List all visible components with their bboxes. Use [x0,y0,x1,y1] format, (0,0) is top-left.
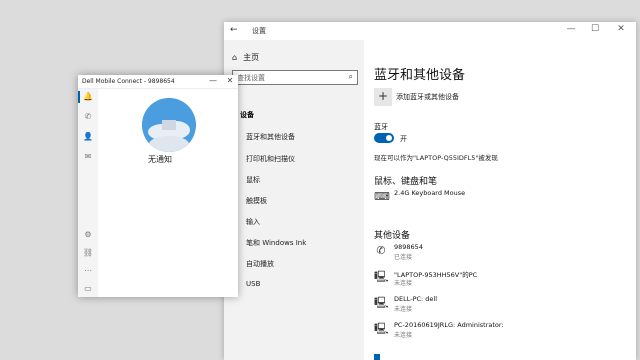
sidebar-item-autoplay[interactable]: 自动播放 [246,259,274,269]
device-status: 未连接 [394,306,413,313]
no-notifications-text: 无通知 [148,155,172,164]
add-device-button[interactable]: + [374,88,392,106]
dell-close-button[interactable]: ✕ [225,76,235,85]
minimize-button[interactable]: — [564,24,578,34]
device-item[interactable]: 🖳 "LAPTOP-953HH56V"的PC 未连接 [374,268,624,288]
maximize-button[interactable]: ☐ [588,24,602,34]
device-name: 2.4G Keyboard Mouse [394,189,466,197]
other-section-heading: 其他设备 [374,231,411,241]
add-device-label[interactable]: 添加蓝牙或其他设备 [396,92,459,102]
settings-window: ← 设置 — ☐ ✕ ⌂ 主页 查找设置 ⌕ 设备 蓝牙和其他设备 打印机和扫描… [224,22,636,360]
settings-title: 设置 [252,27,266,35]
sidebar-item-pen[interactable]: 笔和 Windows Ink [246,238,306,248]
home-label: 主页 [243,53,260,62]
section-label: 设备 [240,111,254,119]
sidebar-item-printers[interactable]: 打印机和扫描仪 [246,154,295,164]
discoverable-text: 现在可以作为"LAPTOP-Q55IDFL5"被发现 [374,154,498,162]
pc-icon: 🖳 [374,270,389,283]
dell-titlebar: Dell Mobile Connect - 9898654 — ✕ [78,75,238,89]
settings-content: 蓝牙和其他设备 + 添加蓝牙或其他设备 蓝牙 开 现在可以作为"LAPTOP-Q… [364,40,636,360]
pc-icon: 🖳 [374,296,389,309]
sidebar-item-mouse[interactable]: 鼠标 [246,175,260,185]
keyboard-icon: ⌨ [374,190,390,203]
dell-minimize-button[interactable]: — [208,76,218,85]
settings-gear-icon[interactable]: ⚙ [82,229,94,241]
device-icon-partial [374,354,380,360]
sidebar-item-bluetooth[interactable]: 蓝牙和其他设备 [246,132,295,142]
phone-icon[interactable]: ✆ [82,111,94,123]
messages-icon[interactable]: ✉ [82,151,94,163]
back-arrow-icon[interactable]: ← [230,25,238,35]
device-item[interactable]: 🖳 PC-20160619JRLG: Administrator: 未连接 [374,320,624,340]
device-item[interactable]: 🖳 DELL-PC: dell 未连接 [374,294,624,314]
sidebar-item-usb[interactable]: USB [246,280,260,288]
cloud-illustration-icon [142,98,196,152]
no-notification-illustration [142,98,196,152]
sidebar-item-touchpad[interactable]: 触摸板 [246,196,267,206]
dell-mobile-connect-window: Dell Mobile Connect - 9898654 — ✕ 🔔 ✆ 👤 … [78,75,238,297]
close-button[interactable]: ✕ [614,24,628,34]
device-name: PC-20160619JRLG: Administrator: [394,321,504,329]
more-icon[interactable]: ⋯ [82,265,94,277]
dell-sidebar: 🔔 ✆ 👤 ✉ ⚙ ⛓ ⋯ ▭ [78,89,98,297]
home-nav-item[interactable]: ⌂ 主页 [232,52,259,63]
device-item[interactable]: ⌨ 2.4G Keyboard Mouse [374,188,624,208]
bell-icon[interactable]: 🔔 [82,91,94,103]
toggle-knob [386,135,392,141]
search-input[interactable]: 查找设置 ⌕ [232,70,358,85]
pc-icon: 🖳 [374,322,389,335]
device-name: 9898654 [394,243,423,251]
active-indicator [78,91,80,103]
display-icon[interactable]: ▭ [82,283,94,295]
page-title: 蓝牙和其他设备 [374,68,466,83]
search-placeholder: 查找设置 [237,74,265,82]
bluetooth-state: 开 [400,135,407,143]
bluetooth-toggle[interactable] [374,133,394,143]
mouse-section-heading: 鼠标、键盘和笔 [374,177,438,187]
device-status: 未连接 [394,280,413,287]
phone-icon: ✆ [376,244,386,257]
device-status: 未连接 [394,332,413,339]
search-icon: ⌕ [348,72,353,81]
link-icon[interactable]: ⛓ [82,247,94,259]
device-name: DELL-PC: dell [394,295,438,303]
bluetooth-label: 蓝牙 [374,123,388,131]
device-status: 已连接 [394,254,413,261]
settings-titlebar: ← 设置 — ☐ ✕ [224,22,636,40]
home-icon: ⌂ [232,53,238,62]
settings-sidebar: ⌂ 主页 查找设置 ⌕ 设备 蓝牙和其他设备 打印机和扫描仪 鼠标 触摸板 输入… [224,40,364,360]
contacts-icon[interactable]: 👤 [82,131,94,143]
device-item[interactable]: ✆ 9898654 已连接 [374,242,624,262]
sidebar-item-typing[interactable]: 输入 [246,217,260,227]
dell-window-title: Dell Mobile Connect - 9898654 [82,78,175,85]
